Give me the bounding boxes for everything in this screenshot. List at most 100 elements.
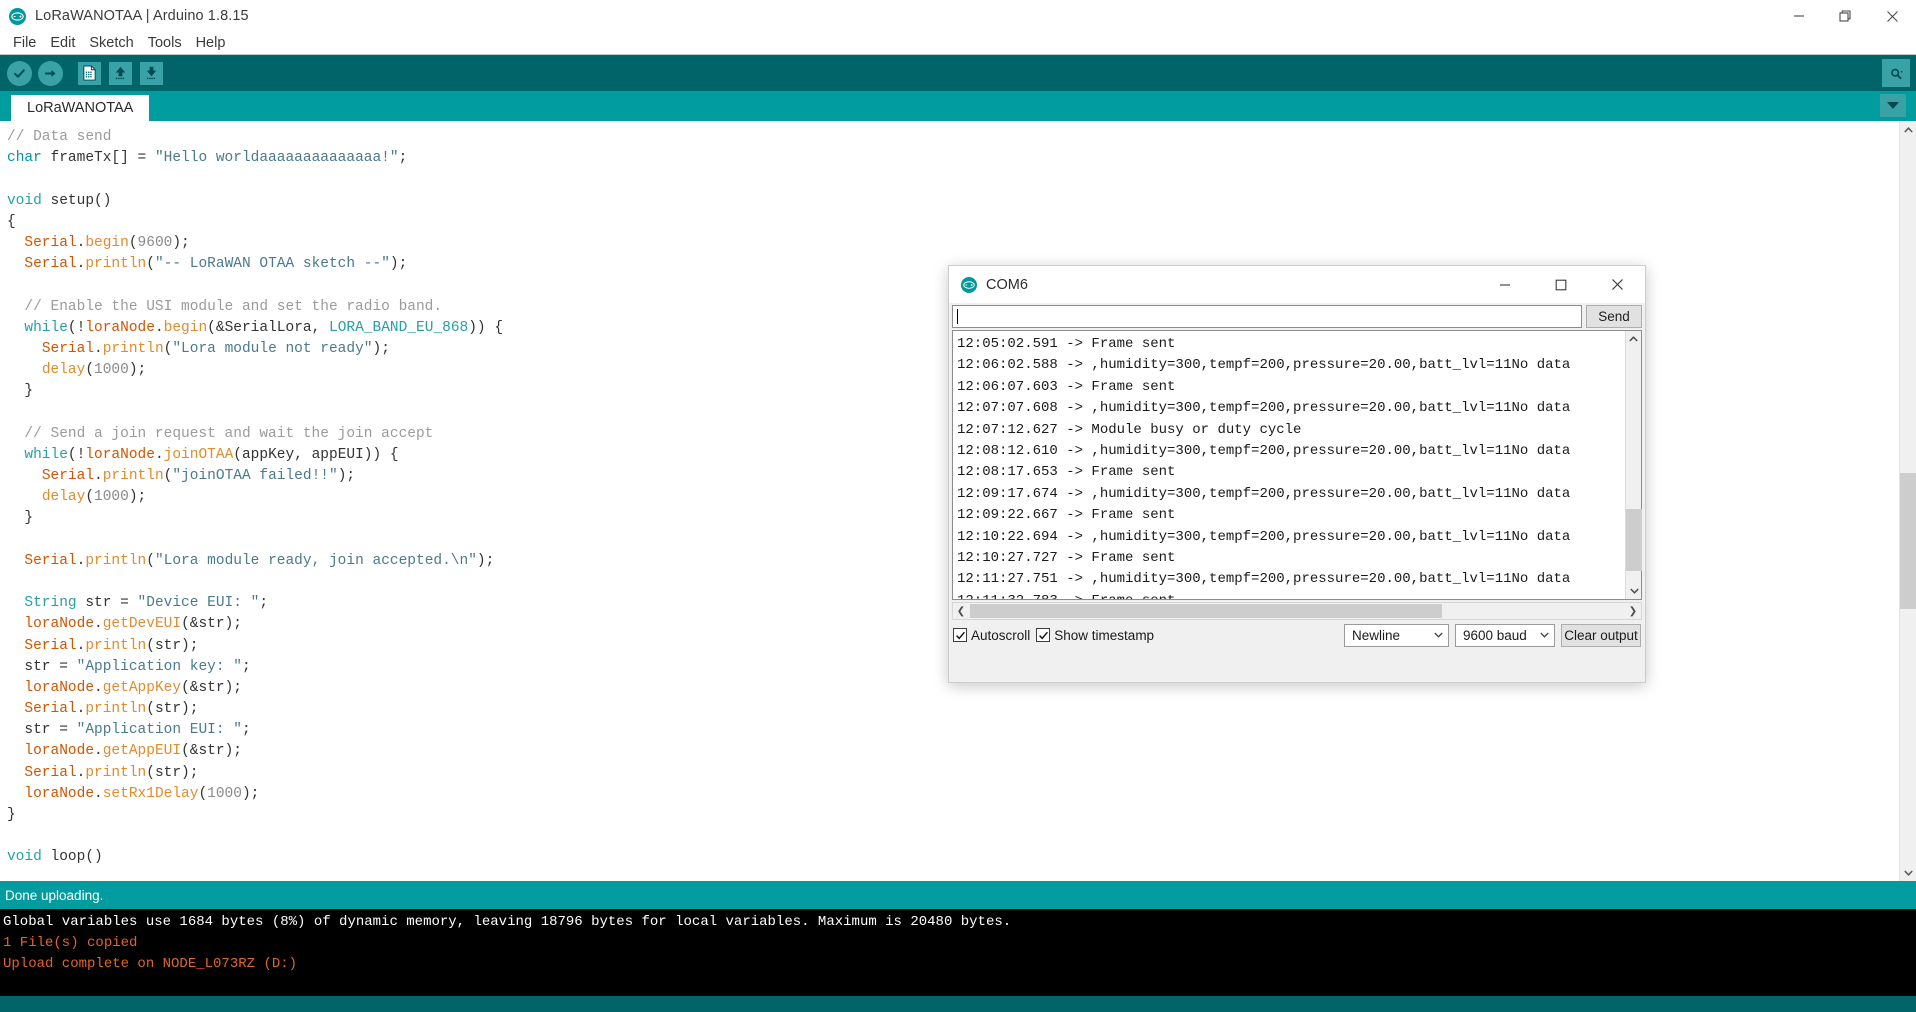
menu-help[interactable]: Help <box>189 33 233 53</box>
code-token: } <box>7 383 34 400</box>
code-line: Serial.println(str); <box>7 763 1899 784</box>
autoscroll-checkbox[interactable]: Autoscroll <box>953 628 1030 643</box>
minimize-button[interactable] <box>1775 0 1822 32</box>
editor-vertical-scrollbar[interactable] <box>1899 121 1916 881</box>
serial-monitor-window: COM6 Send 12:05:02.591 -> Frame sent 12:… <box>948 265 1646 683</box>
show-timestamp-checkbox[interactable]: Show timestamp <box>1036 628 1154 643</box>
save-sketch-button[interactable] <box>137 59 165 87</box>
serial-scroll-right-arrow[interactable]: ❯ <box>1625 606 1641 617</box>
serial-output-line: 12:07:12.627 -> Module busy or duty cycl… <box>957 421 1302 438</box>
code-token: 9600 <box>137 234 173 251</box>
code-token: ( <box>146 552 155 569</box>
baud-rate-value: 9600 baud <box>1463 627 1527 643</box>
send-button[interactable]: Send <box>1586 305 1642 328</box>
code-token: str = <box>7 658 77 675</box>
serial-close-button[interactable] <box>1589 266 1645 303</box>
serial-hscrollbar-thumb[interactable] <box>970 604 1442 618</box>
code-token: ); <box>172 234 190 251</box>
serial-output-line: 12:06:02.588 -> ,humidity=300,tempf=200,… <box>957 357 1571 374</box>
tab-lorawanotaa[interactable]: LoRaWANOTAA <box>11 95 150 121</box>
code-token: println <box>102 468 164 484</box>
code-token: joinOTAA <box>163 446 234 463</box>
code-token: "Lora module not ready" <box>172 340 373 357</box>
serial-output-panel: 12:05:02.591 -> Frame sent 12:06:02.588 -… <box>952 330 1642 600</box>
code-token: (! <box>67 319 86 336</box>
code-line: loraNode.getAppEUI(&str); <box>7 741 1899 762</box>
code-token: Serial <box>24 552 77 569</box>
serial-monitor-footer: Autoscroll Show timestamp Newline 9600 b… <box>949 620 1645 650</box>
new-sketch-button[interactable] <box>75 59 103 87</box>
serial-send-input[interactable] <box>952 305 1582 328</box>
code-token: "Device EUI: " <box>137 595 260 612</box>
menu-edit[interactable]: Edit <box>43 33 82 53</box>
serial-scrollbar-thumb[interactable] <box>1626 509 1642 571</box>
code-token: Serial <box>24 701 77 718</box>
upload-button[interactable] <box>36 59 64 87</box>
code-token: println <box>102 340 164 357</box>
code-token: ); <box>128 362 147 379</box>
serial-monitor-title: COM6 <box>986 276 1028 293</box>
maximize-button[interactable] <box>1822 0 1869 32</box>
code-token: while <box>24 446 68 463</box>
code-token: "-- LoRaWAN OTAA sketch --" <box>154 256 390 273</box>
code-token: ); <box>241 785 260 802</box>
console-output[interactable]: Global variables use 1684 bytes (8%) of … <box>0 909 1916 996</box>
serial-scroll-down-arrow[interactable] <box>1626 583 1642 599</box>
tab-dropdown-button[interactable] <box>1880 94 1906 117</box>
window-controls <box>1775 0 1916 32</box>
autoscroll-label: Autoscroll <box>971 627 1031 643</box>
clear-output-button[interactable]: Clear output <box>1561 623 1641 647</box>
serial-monitor-button[interactable] <box>1882 59 1910 87</box>
menu-file[interactable]: File <box>6 33 43 53</box>
code-token: . <box>154 446 164 463</box>
code-token: String <box>24 595 77 612</box>
magnifier-icon <box>1890 68 1903 79</box>
menu-tools[interactable]: Tools <box>141 33 189 53</box>
code-token: // Enable the USI module and set the rad… <box>7 298 443 315</box>
window-title: LoRaWANOTAA | Arduino 1.8.15 <box>35 8 249 24</box>
serial-output-text[interactable]: 12:05:02.591 -> Frame sent 12:06:02.588 -… <box>953 331 1625 599</box>
code-token: void <box>7 192 42 209</box>
scroll-up-arrow[interactable] <box>1900 121 1916 138</box>
code-token: frameTx[] = <box>41 150 155 167</box>
serial-output-line: 12:11:32.783 -> Frame sent <box>957 591 1625 599</box>
serial-horizontal-scrollbar[interactable]: ❮ ❯ <box>952 602 1642 620</box>
code-token: (&str); <box>181 679 242 696</box>
editor-scrollbar-thumb[interactable] <box>1900 473 1916 609</box>
tab-label: LoRaWANOTAA <box>27 100 134 116</box>
code-token: loraNode <box>85 319 155 336</box>
code-token: 1000 <box>94 489 129 506</box>
code-token: ; <box>241 722 251 739</box>
serial-maximize-button[interactable] <box>1533 266 1589 303</box>
serial-output-line: 12:11:27.751 -> ,humidity=300,tempf=200,… <box>957 571 1571 588</box>
serial-minimize-button[interactable] <box>1477 266 1533 303</box>
code-token: str = <box>7 722 77 739</box>
code-token: ); <box>372 340 390 357</box>
line-ending-select[interactable]: Newline <box>1344 623 1449 647</box>
code-token: ; <box>241 658 251 675</box>
close-button[interactable] <box>1869 0 1916 32</box>
open-sketch-button[interactable] <box>106 59 134 87</box>
code-token: 1000 <box>94 362 129 379</box>
baud-rate-select[interactable]: 9600 baud <box>1455 623 1555 647</box>
scroll-down-arrow[interactable] <box>1900 864 1916 881</box>
code-token: ( <box>128 234 138 251</box>
code-token: (str); <box>146 764 199 781</box>
serial-scroll-left-arrow[interactable]: ❮ <box>953 606 969 617</box>
code-token: Serial <box>24 256 77 273</box>
code-token: loraNode <box>24 616 95 633</box>
serial-vertical-scrollbar[interactable] <box>1625 331 1642 599</box>
serial-output-line: 12:06:07.603 -> Frame sent <box>957 378 1176 395</box>
verify-button[interactable] <box>5 59 33 87</box>
code-token: getAppKey <box>102 679 182 696</box>
menu-sketch[interactable]: Sketch <box>82 33 140 53</box>
serial-output-line: 12:05:02.591 -> Frame sent <box>957 336 1176 352</box>
arrow-up-icon <box>108 61 132 85</box>
serial-scroll-up-arrow[interactable] <box>1626 331 1641 347</box>
